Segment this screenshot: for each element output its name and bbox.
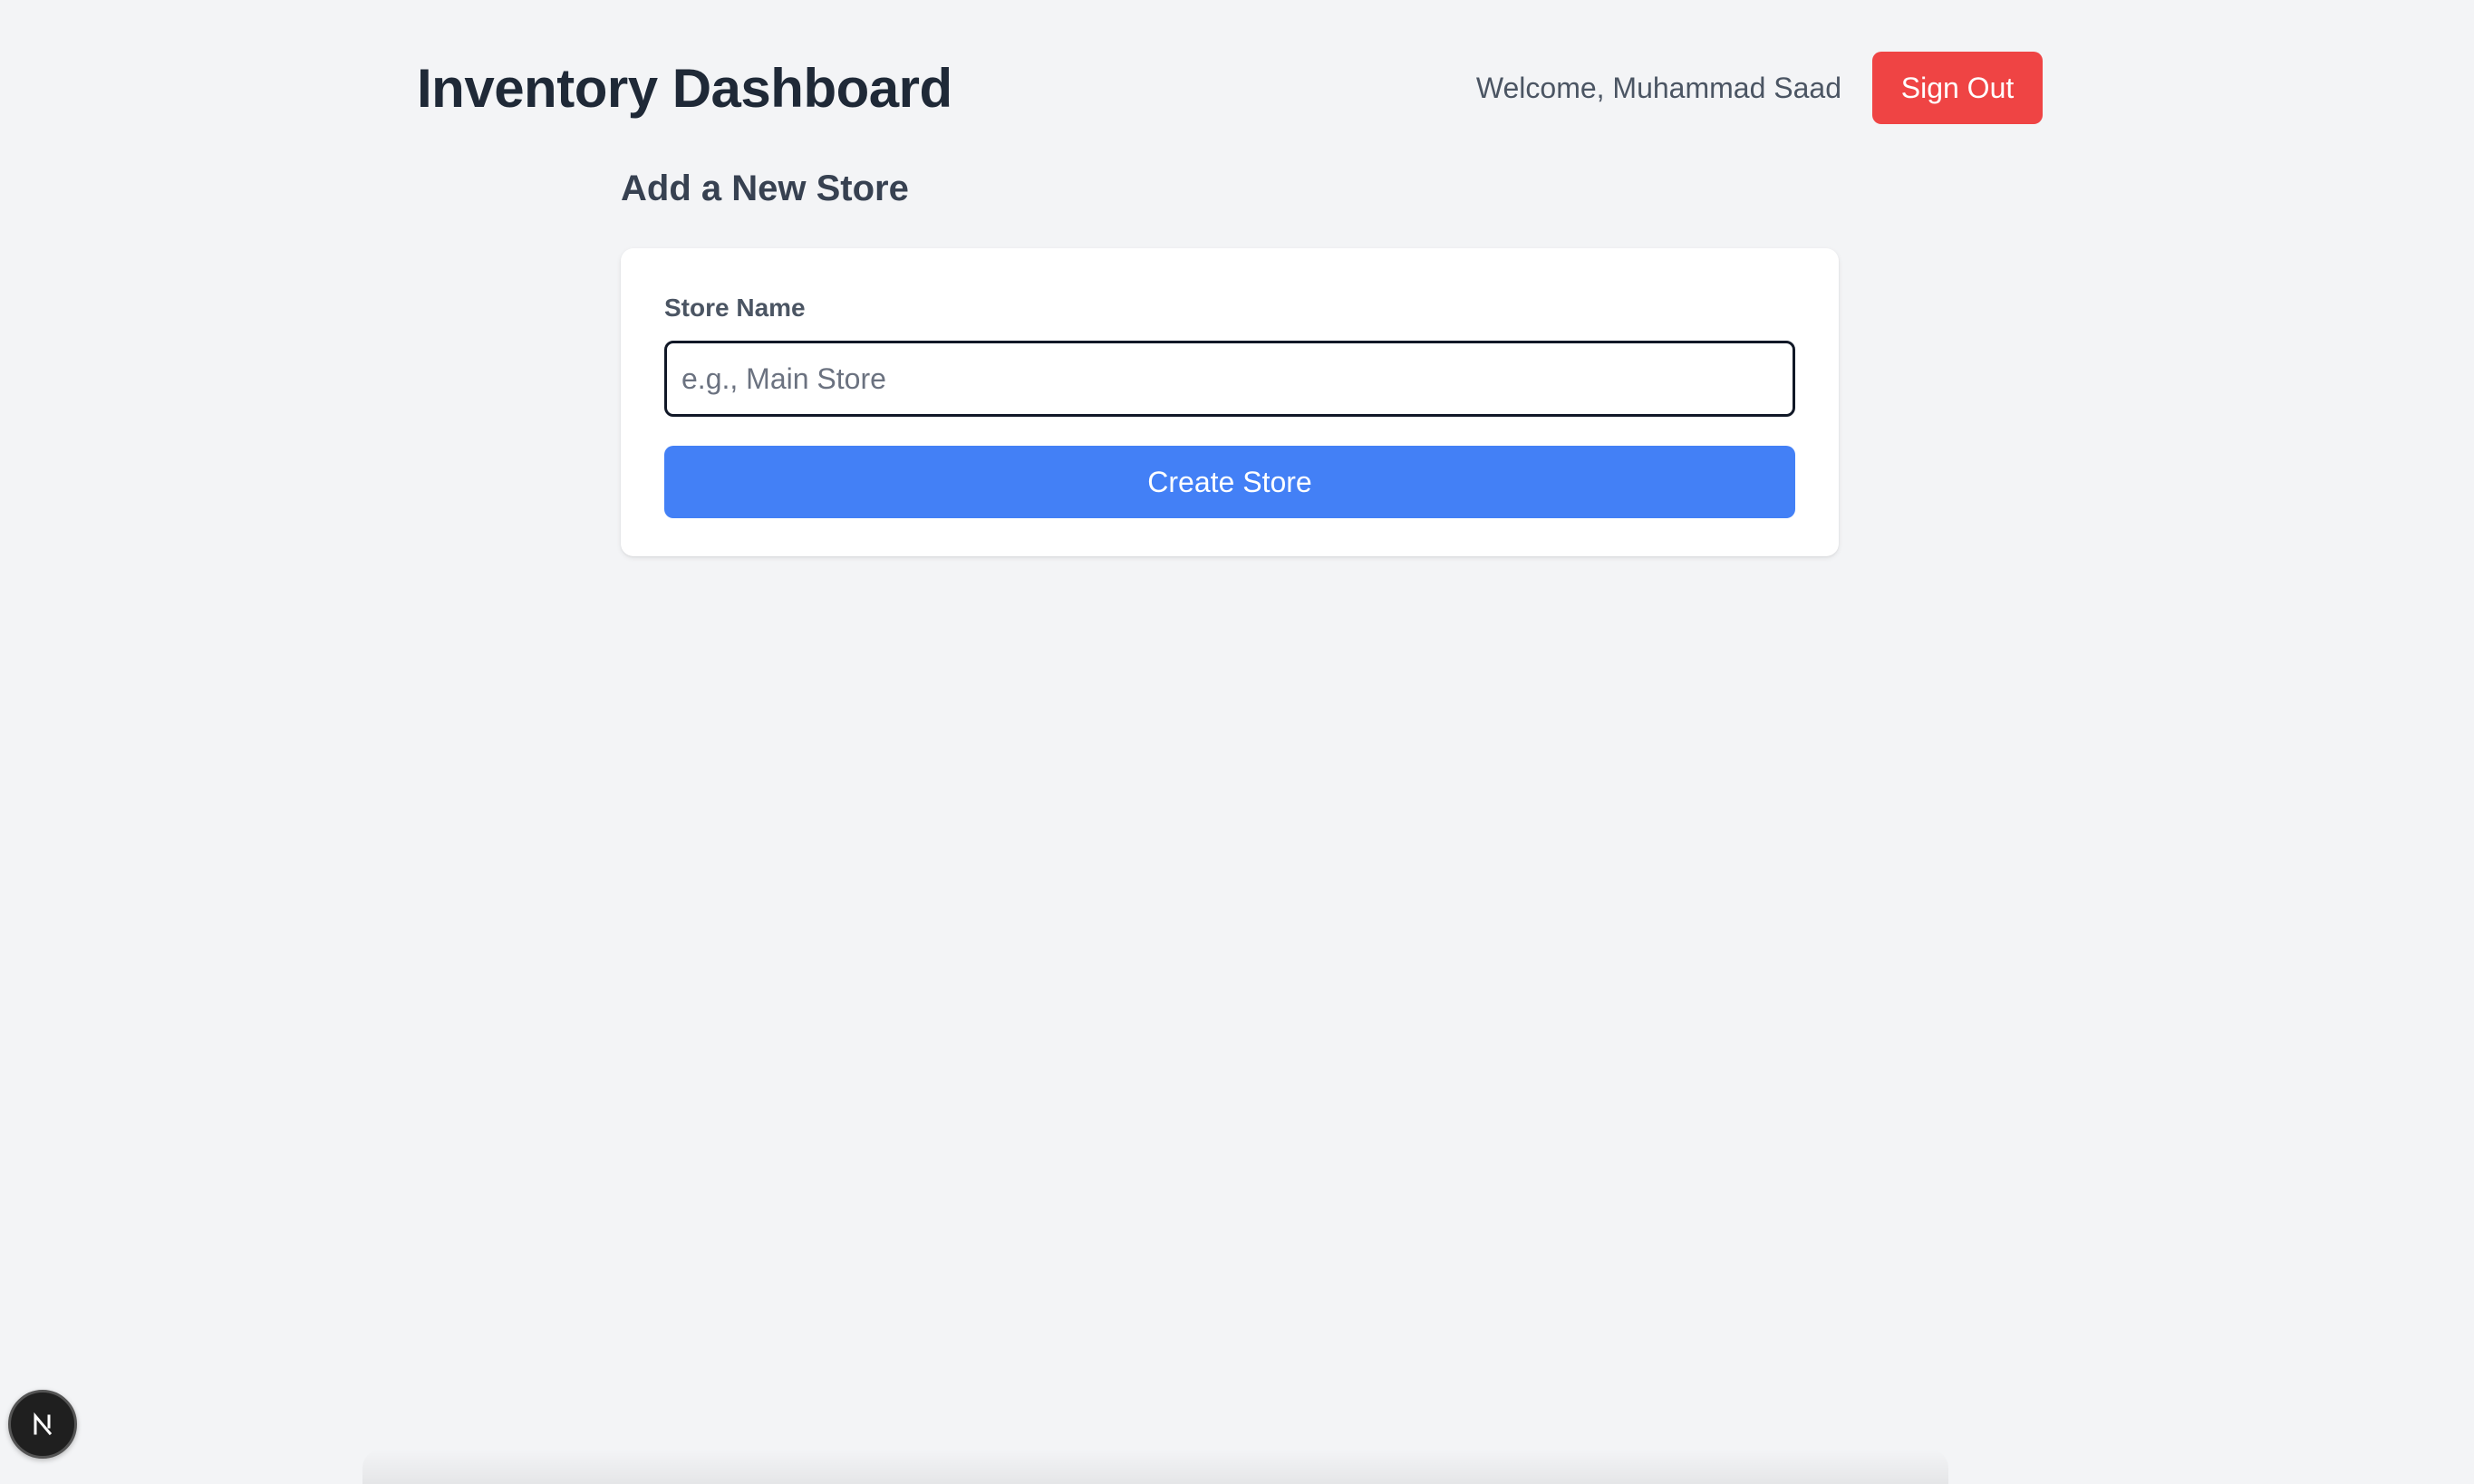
create-store-button[interactable]: Create Store bbox=[664, 446, 1795, 518]
top-header: Inventory Dashboard Welcome, Muhammad Sa… bbox=[417, 51, 2043, 125]
store-name-input[interactable] bbox=[664, 341, 1795, 417]
bottom-panel-shadow bbox=[362, 1450, 1948, 1484]
user-area: Welcome, Muhammad Saad Sign Out bbox=[1476, 52, 2043, 124]
page-title: Inventory Dashboard bbox=[417, 57, 952, 119]
sign-out-button[interactable]: Sign Out bbox=[1872, 52, 2043, 124]
nextjs-logo-icon bbox=[34, 1412, 53, 1436]
welcome-message: Welcome, Muhammad Saad bbox=[1475, 71, 1841, 104]
store-name-label: Store Name bbox=[664, 294, 806, 322]
nextjs-dev-badge[interactable] bbox=[8, 1390, 77, 1459]
add-store-heading: Add a New Store bbox=[621, 169, 909, 208]
add-store-card: Store Name Create Store bbox=[621, 248, 1839, 556]
